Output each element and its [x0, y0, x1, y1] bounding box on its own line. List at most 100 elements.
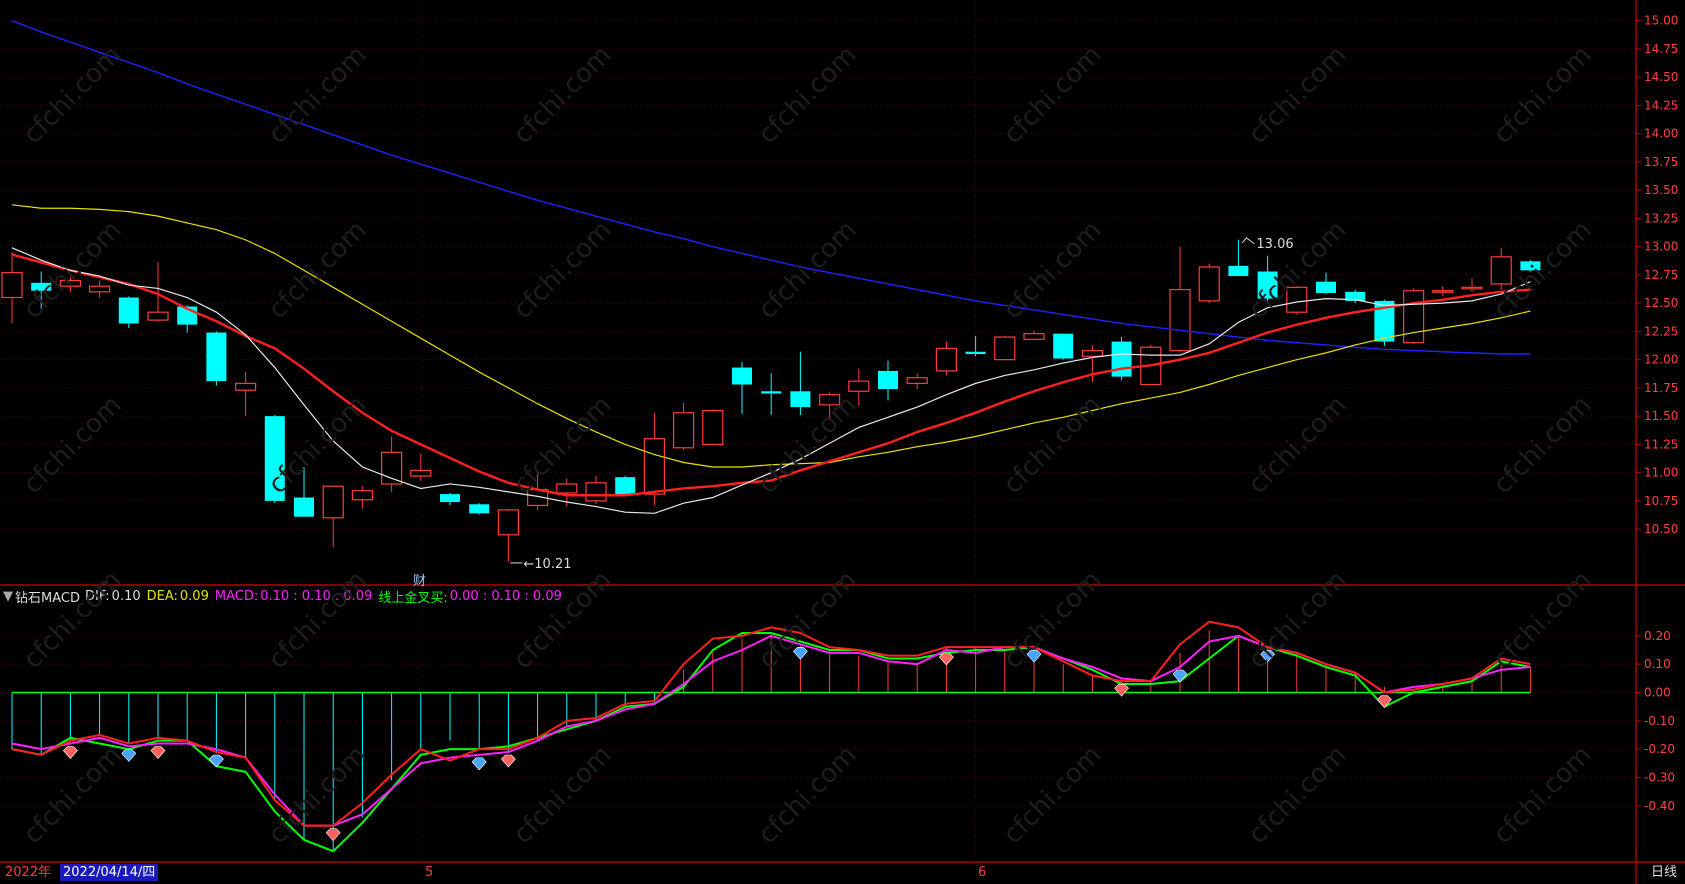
period-tab[interactable]: 日线	[1648, 864, 1680, 881]
macd-label: MACD:	[214, 588, 259, 604]
price-tick-label: 12.00	[1644, 353, 1678, 367]
ma-slow-line	[11, 204, 1531, 468]
panel-frames	[0, 0, 1685, 884]
candle-body-up	[147, 311, 169, 321]
month-label-6: 6	[978, 865, 987, 880]
candle-body-up	[410, 469, 432, 477]
low-price-label: ←10.21	[523, 557, 571, 572]
candle-body-up	[1461, 286, 1483, 290]
candle-body-up	[322, 485, 344, 519]
price-tick-label: 11.00	[1644, 466, 1678, 480]
candle-body-up	[351, 490, 373, 501]
candle-body-up	[1432, 290, 1454, 293]
candle-body-up	[59, 279, 82, 287]
candle-body-up	[1081, 350, 1104, 357]
price-tick-label: 13.50	[1644, 183, 1678, 197]
price-tick-label: 10.75	[1644, 494, 1678, 508]
candle-body-up	[381, 451, 403, 485]
candle-body-up	[643, 438, 666, 495]
macd-value: 0.10 : 0.10 : 0.09	[260, 588, 373, 604]
candle-body-up	[556, 483, 578, 494]
collapse-icon[interactable]: ▼	[3, 589, 13, 604]
dif-value: 0.10	[111, 588, 141, 604]
buy-diamond-marker	[938, 652, 954, 666]
candle-body-down	[1053, 333, 1074, 359]
candle-body-up	[1023, 333, 1045, 340]
candle-body-down	[965, 351, 986, 354]
sell-diamond-marker	[792, 647, 808, 660]
dea-value: 0.09	[179, 588, 209, 604]
moving-average-lines	[11, 19, 1531, 514]
price-tick-label: 13.00	[1644, 240, 1678, 254]
candle-body-down	[31, 282, 52, 291]
candle-body-down	[878, 370, 898, 390]
candle-body-down	[615, 477, 636, 496]
indicator-name[interactable]: 钻石MACD	[15, 587, 80, 606]
macd-diamond-markers	[62, 647, 1392, 842]
candle-body-down	[1520, 261, 1541, 271]
candle-body-up	[1402, 290, 1425, 344]
high-marker-arrow	[1242, 237, 1255, 245]
macd-tick-label: 0.10	[1644, 657, 1671, 671]
buy-diamond-marker	[500, 754, 516, 768]
sell-diamond-marker	[1260, 649, 1276, 663]
macd-tick-label: -0.40	[1644, 799, 1675, 813]
candle-body-down	[790, 391, 811, 408]
dif-label: DIF:	[84, 588, 110, 604]
macd-tick-label: -0.30	[1644, 771, 1675, 785]
price-tick-label: 10.50	[1644, 522, 1678, 536]
macd-tick-label: 0.20	[1644, 629, 1671, 643]
candle-body-up	[1, 272, 23, 299]
macd-tick-label: 0.00	[1644, 686, 1671, 700]
cursor-date: 2022/04/14/四	[60, 864, 159, 881]
candle-body-up	[1286, 286, 1308, 313]
candle-body-up	[585, 482, 607, 502]
price-tick-label: 12.50	[1644, 296, 1678, 310]
candle-body-up	[1198, 266, 1220, 302]
candlestick-series	[1, 239, 1541, 562]
candle-body-down	[1111, 341, 1132, 377]
cross-label: 线上金叉买:	[378, 590, 448, 606]
price-tick-label: 14.75	[1644, 42, 1678, 56]
candle-body-up	[1490, 256, 1512, 285]
candle-body-up	[935, 347, 958, 372]
price-tick-label: 11.25	[1644, 437, 1678, 451]
y-axes: 10.50 10.75 11.00 11.25 11.50 11.75 12.00 12.25…	[1636, 0, 1685, 884]
indicator-legend[interactable]: ▼ 钻石MACD DIF: 0.10 DEA: 0.09 MACD: 0.10 …	[0, 586, 568, 606]
candle-body-up	[88, 285, 111, 293]
high-price-label: 13.06	[1256, 237, 1293, 252]
candle-body-down	[761, 391, 782, 394]
candle-body-up	[848, 380, 870, 392]
buy-diamond-marker	[1376, 695, 1392, 708]
candle-body-down	[732, 367, 752, 385]
candle-body-up	[702, 409, 724, 446]
candle-body-up	[906, 377, 928, 384]
price-tick-label: 13.75	[1644, 155, 1678, 169]
buy-diamond-marker	[325, 828, 341, 842]
sell-diamond-marker	[471, 757, 487, 771]
price-tick-label: 11.50	[1644, 409, 1678, 423]
buy-diamond-marker	[62, 746, 78, 759]
candle-body-down	[264, 416, 285, 501]
candle-body-down	[469, 504, 490, 514]
finance-marker[interactable]: 财	[413, 570, 426, 589]
buy-diamond-marker	[1114, 683, 1130, 697]
time-axis-bar: 2022年 2022/04/14/四 5 6 日线	[0, 862, 1685, 884]
price-tick-label: 13.25	[1644, 211, 1678, 225]
candle-body-down	[1316, 281, 1336, 293]
price-tick-label: 12.25	[1644, 324, 1678, 338]
price-tick-label: 12.75	[1644, 268, 1678, 282]
sell-diamond-marker	[1026, 649, 1042, 663]
candle-body-up	[818, 394, 841, 406]
candle-body-down	[1228, 265, 1249, 277]
macd-tick-label: -0.10	[1644, 714, 1675, 728]
price-tick-label: 14.50	[1644, 70, 1678, 84]
macd-tick-label: -0.20	[1644, 742, 1675, 756]
candle-body-up	[1169, 288, 1191, 352]
candle-body-down	[206, 332, 227, 382]
sell-diamond-marker	[1172, 669, 1188, 683]
candle-body-down	[118, 297, 139, 324]
sell-diamond-marker	[121, 749, 137, 762]
price-tick-label: 11.75	[1644, 381, 1678, 395]
candle-body-up	[672, 412, 695, 449]
